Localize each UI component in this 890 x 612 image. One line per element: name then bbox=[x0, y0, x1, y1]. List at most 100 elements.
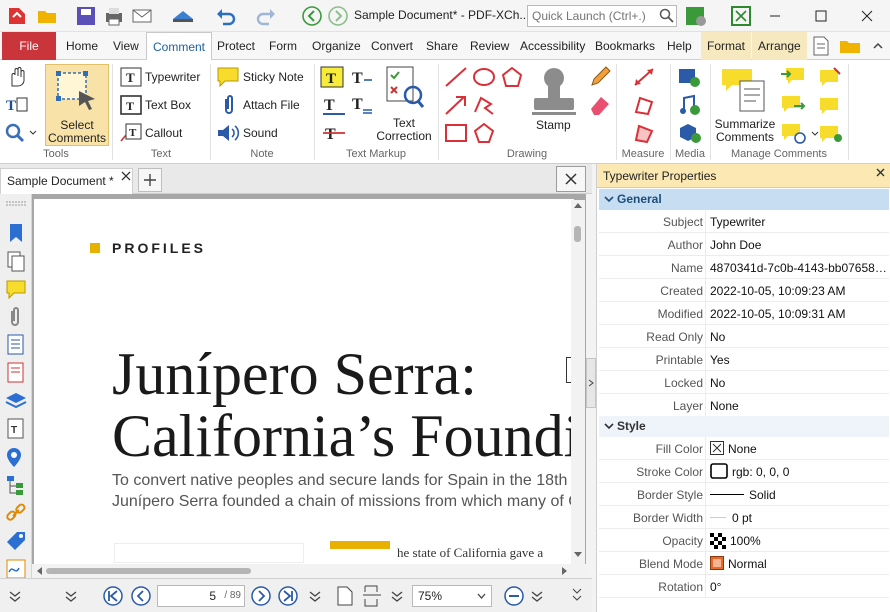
close-document-button[interactable] bbox=[556, 166, 586, 192]
zoom-tool-icon[interactable] bbox=[4, 122, 38, 144]
status-options-icon[interactable] bbox=[8, 589, 22, 603]
open-folder-icon[interactable] bbox=[36, 5, 58, 27]
zoom-out-button[interactable] bbox=[503, 585, 525, 607]
zoom-more-icon[interactable] bbox=[530, 589, 544, 603]
quick-launch-input[interactable] bbox=[527, 5, 677, 27]
close-tab-icon[interactable] bbox=[121, 171, 131, 181]
add-comment-icon[interactable] bbox=[818, 66, 844, 88]
destinations-icon[interactable] bbox=[4, 446, 28, 470]
scan-icon[interactable] bbox=[170, 5, 196, 27]
import-comments-icon[interactable] bbox=[780, 66, 806, 88]
callout-icon[interactable]: T bbox=[120, 123, 142, 143]
fullscreen-icon[interactable] bbox=[730, 5, 752, 27]
attach-file-icon[interactable] bbox=[219, 94, 239, 116]
statusbar-scroll-icon[interactable] bbox=[572, 585, 582, 603]
squiggly-text-icon[interactable]: T bbox=[350, 94, 374, 116]
settings-tool-icon[interactable] bbox=[685, 5, 709, 27]
property-row-opacity[interactable]: Opacity 100% bbox=[599, 529, 889, 552]
redo-icon[interactable] bbox=[255, 5, 277, 27]
text-correction-icon[interactable] bbox=[385, 65, 425, 115]
comment-list-icon[interactable] bbox=[818, 94, 844, 116]
structure-icon[interactable] bbox=[6, 474, 26, 496]
undo-icon[interactable] bbox=[215, 5, 237, 27]
scroll-right-icon[interactable] bbox=[562, 567, 568, 575]
comment-styles-icon[interactable] bbox=[818, 122, 844, 144]
no-fill-swatch-icon[interactable] bbox=[710, 441, 724, 455]
close-button[interactable] bbox=[844, 0, 890, 32]
forward-icon[interactable] bbox=[327, 5, 349, 27]
property-row-author[interactable]: Author John Doe bbox=[599, 233, 889, 256]
document-tab[interactable]: Sample Document * bbox=[0, 168, 133, 194]
page-number-field[interactable]: 5 / 89 bbox=[157, 585, 245, 607]
property-row-printable[interactable]: Printable Yes bbox=[599, 348, 889, 371]
audio-icon[interactable] bbox=[678, 94, 702, 116]
zoom-select[interactable]: 75% bbox=[412, 585, 492, 607]
typewriter-icon[interactable]: T bbox=[120, 67, 142, 87]
previous-page-button[interactable] bbox=[130, 585, 152, 607]
tab-file[interactable]: File bbox=[2, 32, 56, 60]
sticky-note-button[interactable]: Sticky Note bbox=[243, 70, 304, 84]
summarize-comments-icon[interactable] bbox=[718, 65, 770, 113]
vertical-scroll-thumb[interactable] bbox=[574, 226, 581, 242]
property-row-subject[interactable]: Subject Typewriter bbox=[599, 210, 889, 233]
document-options-icon[interactable] bbox=[810, 35, 832, 57]
tag-icon[interactable] bbox=[5, 530, 27, 552]
text-articles-icon[interactable]: T bbox=[6, 418, 26, 440]
collapse-ribbon-icon[interactable] bbox=[872, 35, 884, 57]
property-row-modified[interactable]: Modified 2022-10-05, 10:09:31 AM bbox=[599, 302, 889, 325]
property-row-name[interactable]: Name 4870341d-7c0b-4143-bb0765832.. bbox=[599, 256, 889, 279]
distance-icon[interactable] bbox=[632, 66, 656, 88]
sound-button[interactable]: Sound bbox=[243, 126, 278, 140]
tab-bookmarks[interactable]: Bookmarks bbox=[589, 32, 661, 60]
panel-splitter-handle[interactable] bbox=[586, 358, 596, 408]
tab-convert[interactable]: Convert bbox=[365, 32, 419, 60]
property-row-locked[interactable]: Locked No bbox=[599, 371, 889, 394]
oval-tool-icon[interactable] bbox=[472, 66, 498, 88]
scroll-left-icon[interactable] bbox=[36, 567, 42, 575]
polyline-tool-icon[interactable] bbox=[472, 94, 498, 116]
layout-more-icon[interactable] bbox=[390, 589, 404, 603]
eraser-tool-icon[interactable] bbox=[588, 93, 614, 117]
first-page-button[interactable] bbox=[102, 585, 124, 607]
signatures-icon[interactable] bbox=[5, 558, 27, 580]
property-row-fill-color[interactable]: Fill Color None bbox=[599, 437, 889, 460]
tab-help[interactable]: Help bbox=[661, 32, 698, 60]
next-page-button[interactable] bbox=[250, 585, 272, 607]
text-box-icon[interactable]: T bbox=[120, 95, 142, 115]
sound-icon[interactable] bbox=[216, 122, 240, 144]
folder-options-icon[interactable] bbox=[838, 35, 862, 57]
select-text-icon[interactable]: T bbox=[5, 94, 29, 116]
bookmarks-icon[interactable] bbox=[6, 222, 26, 244]
search-icon[interactable] bbox=[659, 5, 675, 27]
export-comments-icon[interactable] bbox=[780, 94, 806, 116]
text-box-button[interactable]: Text Box bbox=[145, 98, 191, 112]
maximize-button[interactable] bbox=[798, 0, 844, 32]
horizontal-scroll-thumb[interactable] bbox=[46, 568, 251, 574]
tab-review[interactable]: Review bbox=[464, 32, 515, 60]
3d-object-icon[interactable] bbox=[678, 122, 702, 144]
select-comments-button[interactable]: Select Comments bbox=[45, 64, 109, 146]
tab-accessibility[interactable]: Accessibility bbox=[514, 32, 591, 60]
tags-icon[interactable] bbox=[6, 362, 26, 384]
tab-arrange[interactable]: Arrange bbox=[752, 32, 807, 60]
sticky-note-icon[interactable] bbox=[216, 66, 240, 88]
continuous-page-icon[interactable] bbox=[362, 585, 382, 607]
attachments-icon[interactable] bbox=[6, 306, 26, 328]
rectangle-tool-icon[interactable] bbox=[444, 122, 470, 144]
email-icon[interactable] bbox=[131, 5, 153, 27]
status-more-icon[interactable] bbox=[64, 589, 78, 603]
minimize-button[interactable] bbox=[752, 0, 798, 32]
general-section-header[interactable]: General bbox=[599, 189, 889, 210]
new-tab-button[interactable] bbox=[138, 168, 162, 192]
show-comments-icon[interactable] bbox=[780, 122, 820, 146]
typewriter-button[interactable]: Typewriter bbox=[145, 70, 200, 84]
text-correction-button[interactable]: Text Correction bbox=[373, 117, 435, 143]
property-row-blend-mode[interactable]: Blend Mode Normal bbox=[599, 552, 889, 575]
polygon-tool-icon[interactable] bbox=[500, 66, 526, 88]
tab-home[interactable]: Home bbox=[60, 32, 104, 60]
pages-icon[interactable] bbox=[6, 250, 26, 272]
property-row-border-width[interactable]: Border Width 0 pt bbox=[599, 506, 889, 529]
tab-share[interactable]: Share bbox=[420, 32, 464, 60]
summarize-comments-button[interactable]: Summarize Comments bbox=[712, 118, 778, 144]
layers-icon[interactable] bbox=[4, 390, 28, 412]
